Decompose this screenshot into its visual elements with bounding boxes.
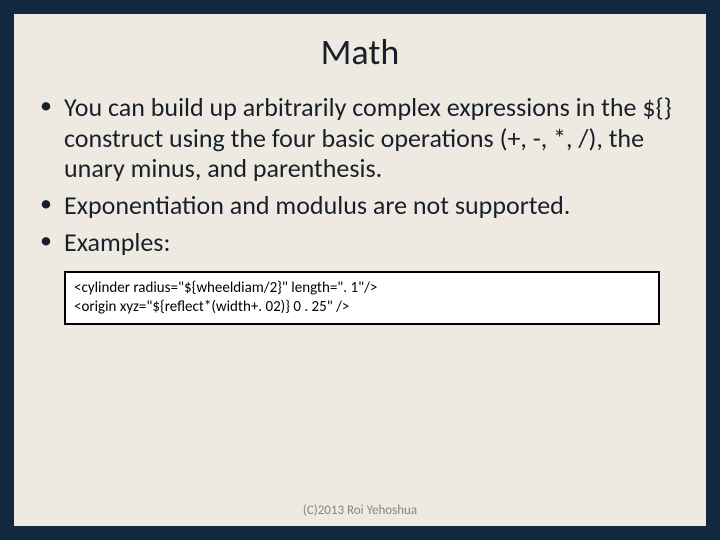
bullet-list: You can build up arbitrarily complex exp…: [38, 92, 682, 257]
footer-copyright: (C)2013 Roi Yehoshua: [14, 503, 706, 518]
slide-frame: Math You can build up arbitrarily comple…: [0, 0, 720, 540]
slide-title: Math: [38, 30, 682, 74]
bullet-item: Exponentiation and modulus are not suppo…: [38, 190, 682, 221]
bullet-item: Examples:: [38, 227, 682, 258]
bullet-item: You can build up arbitrarily complex exp…: [38, 92, 682, 184]
code-line: <cylinder radius="${wheeldiam/2}" length…: [74, 279, 650, 298]
code-example-box: <cylinder radius="${wheeldiam/2}" length…: [64, 271, 660, 325]
slide-body: Math You can build up arbitrarily comple…: [14, 14, 706, 526]
code-line: <origin xyz="${reflect*(width+. 02)} 0 .…: [74, 298, 650, 317]
